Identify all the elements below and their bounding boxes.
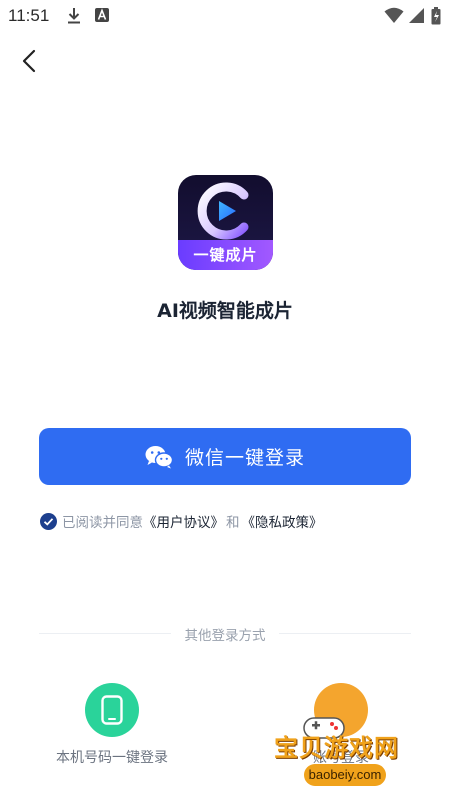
watermark-url: baobeiy.com bbox=[304, 764, 386, 786]
phone-icon bbox=[85, 683, 139, 737]
status-time: 11:51 bbox=[8, 6, 50, 25]
logo-text: 一键成片 bbox=[178, 240, 273, 270]
battery-icon bbox=[431, 7, 441, 29]
phone-login-label: 本机号码一键登录 bbox=[56, 750, 168, 766]
chevron-left-icon bbox=[22, 49, 36, 73]
phone-login-button[interactable]: 本机号码一键登录 bbox=[52, 683, 172, 767]
other-login-title-text: 其他登录方式 bbox=[176, 628, 274, 644]
user-agreement-link[interactable]: 《用户协议》 bbox=[143, 511, 224, 531]
a-badge-icon bbox=[94, 7, 110, 27]
app-name: AI视频智能成片 bbox=[157, 300, 293, 322]
download-icon bbox=[66, 7, 82, 29]
status-bar: 11:51 bbox=[0, 0, 450, 32]
agreement-row: 已阅读并同意 《用户协议》 和 《隐私政策》 bbox=[40, 511, 323, 531]
watermark-title: 宝贝游戏网 bbox=[274, 734, 399, 762]
check-icon bbox=[43, 517, 54, 526]
app-logo: 一键成片 bbox=[178, 175, 273, 270]
wechat-icon bbox=[145, 445, 173, 468]
privacy-policy-link[interactable]: 《隐私政策》 bbox=[242, 511, 323, 531]
play-icon bbox=[197, 182, 249, 240]
agreement-prefix: 已阅读并同意 bbox=[62, 515, 143, 531]
wifi-icon bbox=[384, 7, 404, 28]
agreement-and: 和 bbox=[226, 515, 240, 531]
wechat-login-label: 微信一键登录 bbox=[184, 447, 305, 469]
wechat-login-button[interactable]: 微信一键登录 bbox=[39, 428, 411, 485]
watermark: 宝贝游戏网 baobeiy.com bbox=[274, 717, 424, 796]
agree-checkbox[interactable] bbox=[40, 512, 57, 530]
signal-icon bbox=[408, 7, 425, 28]
other-login-title: 其他登录方式 bbox=[0, 624, 450, 644]
back-button[interactable] bbox=[14, 45, 46, 77]
